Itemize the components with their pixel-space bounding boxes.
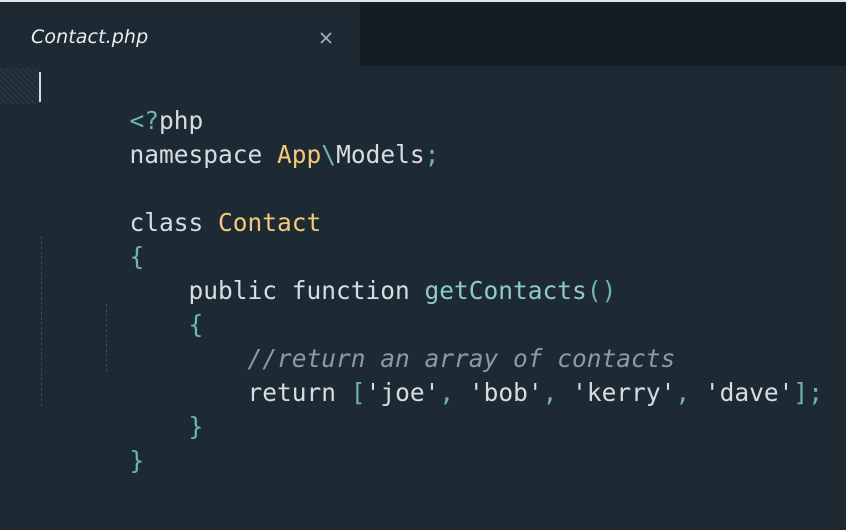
semicolon: ; [424,140,440,169]
namespace-keyword: namespace [129,140,278,169]
method-modifiers: public function [188,276,425,305]
namespace-separator: \ [321,140,337,169]
close-icon[interactable] [316,28,336,48]
class-close-brace: } [129,446,145,475]
method-close-brace: } [188,412,204,441]
namespace-app: App [277,140,322,169]
array-open-bracket: [ [350,378,366,407]
tab-contact-php[interactable]: Contact.php [0,2,360,68]
code-line-10: } [41,376,204,441]
code-line-6: public function getContacts() [41,240,617,305]
code-line-11: } [41,410,145,475]
array-string: 'joe' [365,378,440,407]
class-name: Contact [218,208,322,237]
code-editor: Contact.php <?php namespace App\Models; … [0,0,846,530]
tab-bar: Contact.php [0,0,846,68]
code-line-5: { [41,206,145,271]
array-comma: , [439,378,469,407]
namespace-models: Models [336,140,425,169]
method-name: getContacts [424,276,587,305]
tab-title: Contact.php [31,26,149,48]
code-line-1: <?php [41,70,204,135]
code-area[interactable]: <?php namespace App\Models; class Contac… [0,66,846,530]
code-line-2: namespace App\Models; [41,104,440,169]
code-line-8: //return an array of contacts [41,308,676,373]
code-line-7: { [41,274,204,339]
semicolon: ; [808,378,823,407]
array-comma: , [542,378,573,407]
return-keyword: return [247,378,351,407]
code-line-4: class Contact [41,172,322,237]
method-parens: () [586,276,617,305]
array-comma: , [675,378,705,407]
array-string: 'dave' [704,378,794,407]
code-line-9: return ['joe', 'bob', 'kerry', 'dave']; [41,342,823,407]
array-string: 'bob' [468,378,543,407]
array-string: 'kerry' [572,378,676,407]
array-close-bracket: ] [793,378,809,407]
